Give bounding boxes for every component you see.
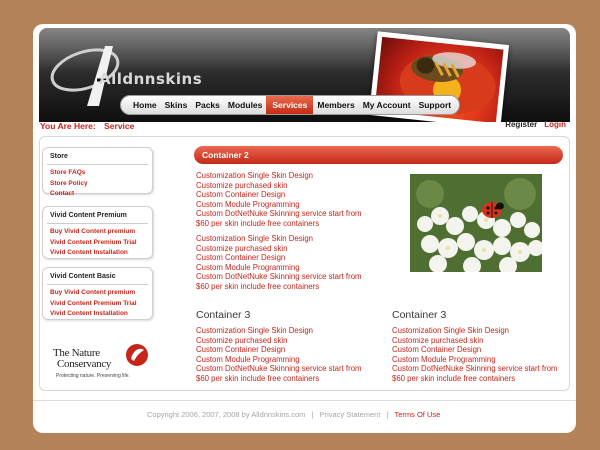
basic-installation-link[interactable]: Vivid Content Installation [50,309,145,320]
nature-tagline: Protecting nature. Preserving life. [56,373,130,379]
service-link[interactable]: Customize purchased skin [196,336,362,346]
service-link[interactable]: Custom DotNetNuke Skinning service start… [392,364,558,374]
service-link[interactable]: Custom Container Design [196,190,362,200]
installation-link[interactable]: Vivid Content Installation [50,248,145,259]
page-container: Alldnnskins Home Skins Packs Modules Ser… [33,24,576,433]
main-nav: Home Skins Packs Modules Services Member… [120,95,460,115]
service-link[interactable]: Custom DotNetNuke Skinning service start… [196,272,362,282]
service-link[interactable]: Customization Single Skin Design [196,234,362,244]
service-link[interactable]: Custom Module Programming [196,355,362,365]
nav-skins[interactable]: Skins [161,96,192,114]
service-list-4: Customization Single Skin Design Customi… [392,326,558,384]
service-link[interactable]: Custom Module Programming [196,200,362,210]
service-link[interactable]: Custom Container Design [196,345,362,355]
register-link[interactable]: Register [505,120,537,129]
account-links: Register Login [505,120,566,129]
site-footer: Copyright 2006, 2007, 2008 by Alldnnskin… [147,410,440,419]
premium-box: Vivid Content Premium Buy Vivid Content … [42,206,153,259]
footer-divider [33,400,576,401]
basic-buy-premium-link[interactable]: Buy Vivid Content premium [50,288,145,299]
store-box: Store Store FAQs Store Policy Contact [42,147,153,197]
basic-box: Vivid Content Basic Buy Vivid Content pr… [42,267,153,320]
service-link[interactable]: Customization Single Skin Design [196,171,362,181]
nav-services[interactable]: Services [266,96,314,114]
terms-link[interactable]: Terms Of Use [394,410,440,419]
nature-leaf-icon [126,344,148,366]
service-link[interactable]: Custom DotNetNuke Skinning service start… [196,209,362,219]
basic-premium-trial-link[interactable]: Vivid Content Premium Trial [50,299,145,310]
container2-title: Container 2 [202,150,249,160]
service-link[interactable]: Custom Container Design [196,253,362,263]
copyright-text: Copyright 2006, 2007, 2008 by Alldnnskin… [147,410,306,419]
service-link[interactable]: Custom DotNetNuke Skinning service start… [196,364,362,374]
service-link[interactable]: $60 per skin include free containers [196,374,362,384]
nav-support[interactable]: Support [415,96,456,114]
premium-box-title: Vivid Content Premium [47,207,148,224]
buy-premium-link[interactable]: Buy Vivid Content premium [50,227,145,238]
service-link[interactable]: Customization Single Skin Design [392,326,558,336]
service-link[interactable]: Customize purchased skin [392,336,558,346]
contact-link[interactable]: Contact [50,189,145,200]
ladybug-image [410,174,542,272]
service-link[interactable]: Customize purchased skin [196,181,362,191]
service-link[interactable]: Custom Module Programming [196,263,362,273]
nav-home[interactable]: Home [129,96,161,114]
service-link[interactable]: $60 per skin include free containers [196,282,362,292]
container3-right-title: Container 3 [392,309,447,321]
container3-left-title: Container 3 [196,309,251,321]
service-link[interactable]: Customize purchased skin [196,244,362,254]
nav-my-account[interactable]: My Account [359,96,415,114]
service-link[interactable]: $60 per skin include free containers [392,374,558,384]
nature-conservancy-logo[interactable]: The Nature Conservancy Protecting nature… [53,342,158,382]
footer-separator: | [386,410,389,419]
service-link[interactable]: $60 per skin include free containers [196,219,362,229]
service-list-1: Customization Single Skin Design Customi… [196,171,362,229]
service-link[interactable]: Custom Container Design [392,345,558,355]
store-policy-link[interactable]: Store Policy [50,179,145,190]
nature-name-line2: Conservancy [57,358,112,370]
service-list-2: Customization Single Skin Design Customi… [196,234,362,292]
basic-box-title: Vivid Content Basic [47,268,148,285]
login-link[interactable]: Login [544,120,566,129]
service-link[interactable]: Customization Single Skin Design [196,326,362,336]
breadcrumb: You Are Here: Service [40,121,134,131]
logo-text: Alldnnskins [99,70,203,88]
store-box-title: Store [47,148,148,165]
breadcrumb-label: You Are Here: [40,121,96,131]
store-faqs-link[interactable]: Store FAQs [50,168,145,179]
breadcrumb-current[interactable]: Service [104,121,134,131]
container2-title-bar: Container 2 [194,146,563,164]
service-link[interactable]: Custom Module Programming [392,355,558,365]
privacy-link[interactable]: Privacy Statement [320,410,381,419]
premium-trial-link[interactable]: Vivid Content Premium Trial [50,238,145,249]
footer-separator: | [311,410,314,419]
nav-packs[interactable]: Packs [191,96,224,114]
nav-members[interactable]: Members [313,96,358,114]
nav-modules[interactable]: Modules [224,96,266,114]
service-list-3: Customization Single Skin Design Customi… [196,326,362,384]
